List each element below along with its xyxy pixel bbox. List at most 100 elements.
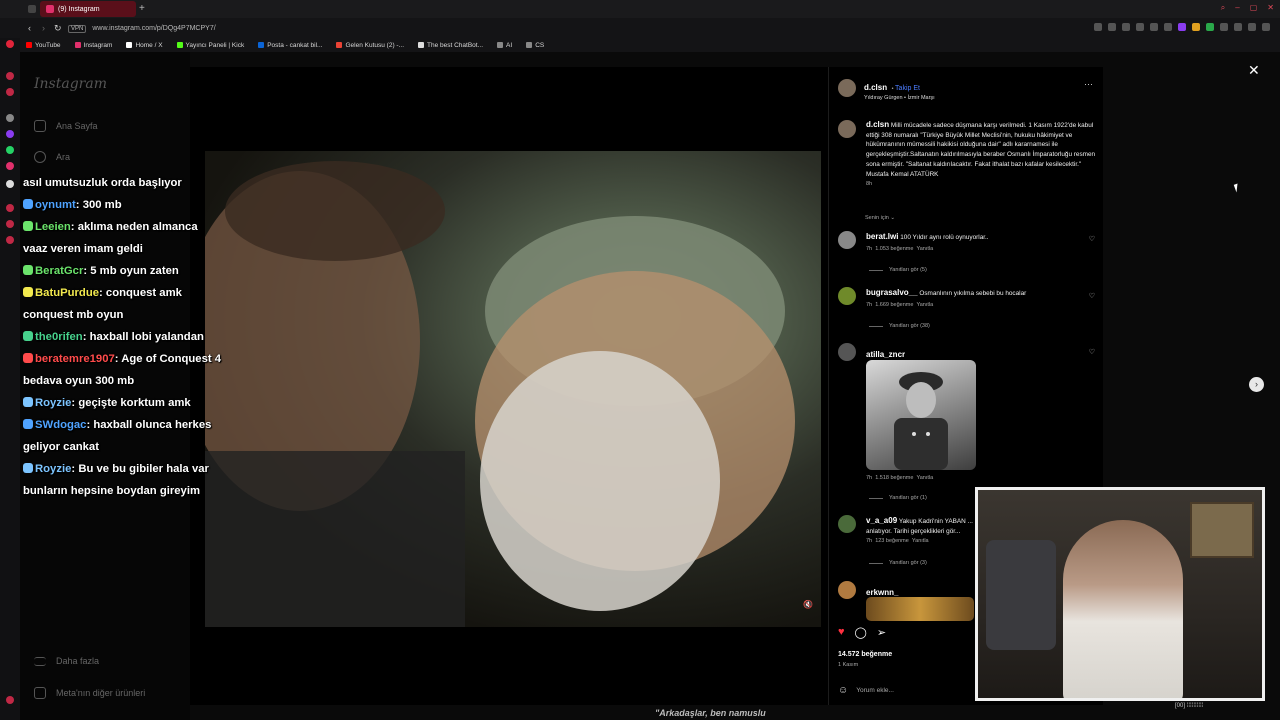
sidebar-app-icon[interactable] bbox=[6, 204, 14, 212]
chat-username[interactable]: BeratGcr bbox=[35, 265, 83, 277]
url-text[interactable]: www.instagram.com/p/DQg4P7MCPY7/ bbox=[92, 25, 215, 32]
author-avatar[interactable] bbox=[838, 79, 856, 97]
bookmark-item[interactable]: AI bbox=[497, 42, 512, 49]
likes-count[interactable]: 14.572 beğenme bbox=[838, 651, 892, 658]
chat-username[interactable]: Leeien bbox=[35, 221, 71, 233]
comment-image[interactable] bbox=[866, 597, 974, 621]
bookmark-item[interactable]: Gelen Kutusu (2) -... bbox=[336, 42, 404, 49]
comment-input[interactable]: Yorum ekle... bbox=[856, 687, 894, 694]
author-username[interactable]: d.clsn bbox=[864, 83, 887, 92]
instagram-icon[interactable] bbox=[6, 162, 14, 170]
comment-avatar[interactable] bbox=[838, 515, 856, 533]
nav-search[interactable]: Ara bbox=[34, 151, 70, 163]
twitch-icon[interactable] bbox=[6, 130, 14, 138]
more-options-icon[interactable]: ··· bbox=[1084, 79, 1093, 89]
comment-like-icon[interactable]: ♡ bbox=[1089, 348, 1095, 356]
comment-username[interactable]: v_a_a09 bbox=[866, 516, 897, 525]
like-heart-icon[interactable]: ♥ bbox=[838, 626, 845, 639]
chat-username[interactable]: BatuPurdue bbox=[35, 287, 99, 299]
follow-button[interactable]: Takip Et bbox=[895, 85, 920, 92]
chat-username[interactable]: beratemre1907 bbox=[35, 353, 115, 365]
sidebar-more-icon[interactable] bbox=[6, 696, 14, 704]
reply-button[interactable]: Yanıtla bbox=[916, 475, 933, 481]
sidebar-app-icon[interactable] bbox=[6, 114, 14, 122]
reply-button[interactable]: Yanıtla bbox=[912, 538, 929, 544]
forward-icon[interactable]: › bbox=[42, 23, 45, 33]
bookmark-icon[interactable] bbox=[1108, 23, 1116, 31]
extension-icon[interactable] bbox=[1206, 23, 1214, 31]
comment-avatar[interactable] bbox=[838, 581, 856, 599]
minimize-icon[interactable]: – bbox=[1235, 3, 1239, 13]
bookmark-item[interactable]: Instagram bbox=[74, 42, 112, 49]
reply-button[interactable]: Yanıtla bbox=[916, 302, 933, 308]
close-modal-icon[interactable]: ✕ bbox=[1248, 62, 1260, 79]
reload-icon[interactable]: ↻ bbox=[54, 23, 62, 34]
menu-icon[interactable] bbox=[1262, 23, 1270, 31]
chat-username[interactable]: Royzie bbox=[35, 463, 71, 475]
extensions-icon[interactable] bbox=[1220, 23, 1228, 31]
chat-username[interactable]: Royzie bbox=[35, 397, 71, 409]
chat-username[interactable]: SWdogac bbox=[35, 419, 86, 431]
play-icon[interactable] bbox=[1150, 23, 1158, 31]
view-replies-button[interactable]: Yanıtları gör (1) bbox=[869, 495, 927, 501]
comment-likes[interactable]: 1.053 beğenme bbox=[875, 246, 913, 252]
close-window-icon[interactable]: ✕ bbox=[1267, 3, 1274, 13]
back-icon[interactable]: ‹ bbox=[28, 23, 31, 33]
chat-username[interactable]: the0rifen bbox=[35, 331, 83, 343]
sidebar-app-icon[interactable] bbox=[6, 236, 14, 244]
bookmark-item[interactable]: CS bbox=[526, 42, 544, 49]
heart-icon[interactable] bbox=[1164, 23, 1172, 31]
sidebar-app-icon[interactable] bbox=[6, 220, 14, 228]
zoom-icon[interactable] bbox=[1094, 23, 1102, 31]
bookmark-item[interactable]: Home / X bbox=[126, 42, 163, 49]
ai-icon[interactable] bbox=[1248, 23, 1256, 31]
bookmark-item[interactable]: YouTube bbox=[26, 42, 61, 49]
workspaces-icon[interactable] bbox=[28, 5, 36, 13]
mute-icon[interactable]: 🔇 bbox=[803, 600, 813, 609]
nav-meta[interactable]: Meta'nın diğer ürünleri bbox=[34, 687, 145, 699]
search-tabs-icon[interactable]: ⌕ bbox=[1221, 3, 1225, 13]
sidebar-app-icon[interactable] bbox=[6, 40, 14, 48]
caption-username[interactable]: d.clsn bbox=[866, 120, 889, 129]
sort-comments[interactable]: Senin için ⌄ bbox=[865, 215, 895, 221]
bookmark-item[interactable]: Posta - cankat bil... bbox=[258, 42, 322, 49]
comment-avatar[interactable] bbox=[838, 287, 856, 305]
comment-image[interactable] bbox=[866, 360, 976, 470]
comment-username[interactable]: berat.lwi bbox=[866, 232, 898, 241]
shield-icon[interactable] bbox=[1136, 23, 1144, 31]
download-icon[interactable] bbox=[1234, 23, 1242, 31]
comment-username[interactable]: bugrasalvo__ bbox=[866, 288, 918, 297]
comment-like-icon[interactable]: ♡ bbox=[1089, 292, 1095, 300]
new-tab-button[interactable]: + bbox=[139, 3, 145, 14]
comment-likes[interactable]: 1.518 beğenme bbox=[875, 475, 913, 481]
vpn-badge[interactable]: VPN bbox=[68, 24, 87, 33]
whatsapp-icon[interactable] bbox=[6, 146, 14, 154]
nav-home[interactable]: Ana Sayfa bbox=[34, 120, 98, 132]
instagram-logo[interactable]: Instagram bbox=[34, 76, 107, 92]
tab-instagram[interactable]: (9) Instagram bbox=[40, 1, 136, 17]
comment-likes[interactable]: 1.669 beğenme bbox=[875, 302, 913, 308]
comment-username[interactable]: atilla_zncr bbox=[866, 350, 905, 359]
emoji-icon[interactable]: ☺ bbox=[838, 685, 848, 696]
maximize-icon[interactable]: ▢ bbox=[1250, 3, 1258, 13]
reply-button[interactable]: Yanıtla bbox=[916, 246, 933, 252]
post-audio[interactable]: Yıldıray Gürgen • İzmir Marşı bbox=[864, 95, 935, 101]
bookmark-item[interactable]: Yayıncı Paneli | Kick bbox=[176, 42, 244, 49]
x-icon[interactable] bbox=[6, 180, 14, 188]
sidebar-app-icon[interactable] bbox=[6, 88, 14, 96]
extension-icon[interactable] bbox=[1178, 23, 1186, 31]
next-post-button[interactable]: › bbox=[1249, 377, 1264, 392]
view-replies-button[interactable]: Yanıtları gör (5) bbox=[869, 267, 927, 273]
comment-avatar[interactable] bbox=[838, 343, 856, 361]
bookmark-item[interactable]: The best ChatBot... bbox=[418, 42, 483, 49]
nav-more[interactable]: Daha fazla bbox=[34, 656, 99, 666]
comment-avatar[interactable] bbox=[838, 231, 856, 249]
caption-avatar[interactable] bbox=[838, 120, 856, 138]
camera-icon[interactable] bbox=[1122, 23, 1130, 31]
chat-username[interactable]: oynumt bbox=[35, 199, 76, 211]
view-replies-button[interactable]: Yanıtları gör (3) bbox=[869, 560, 927, 566]
comment-username[interactable]: erkwnn_ bbox=[866, 588, 898, 597]
comment-like-icon[interactable]: ♡ bbox=[1089, 235, 1095, 243]
sidebar-app-icon[interactable] bbox=[6, 72, 14, 80]
post-video[interactable]: 🔇 bbox=[190, 67, 828, 705]
